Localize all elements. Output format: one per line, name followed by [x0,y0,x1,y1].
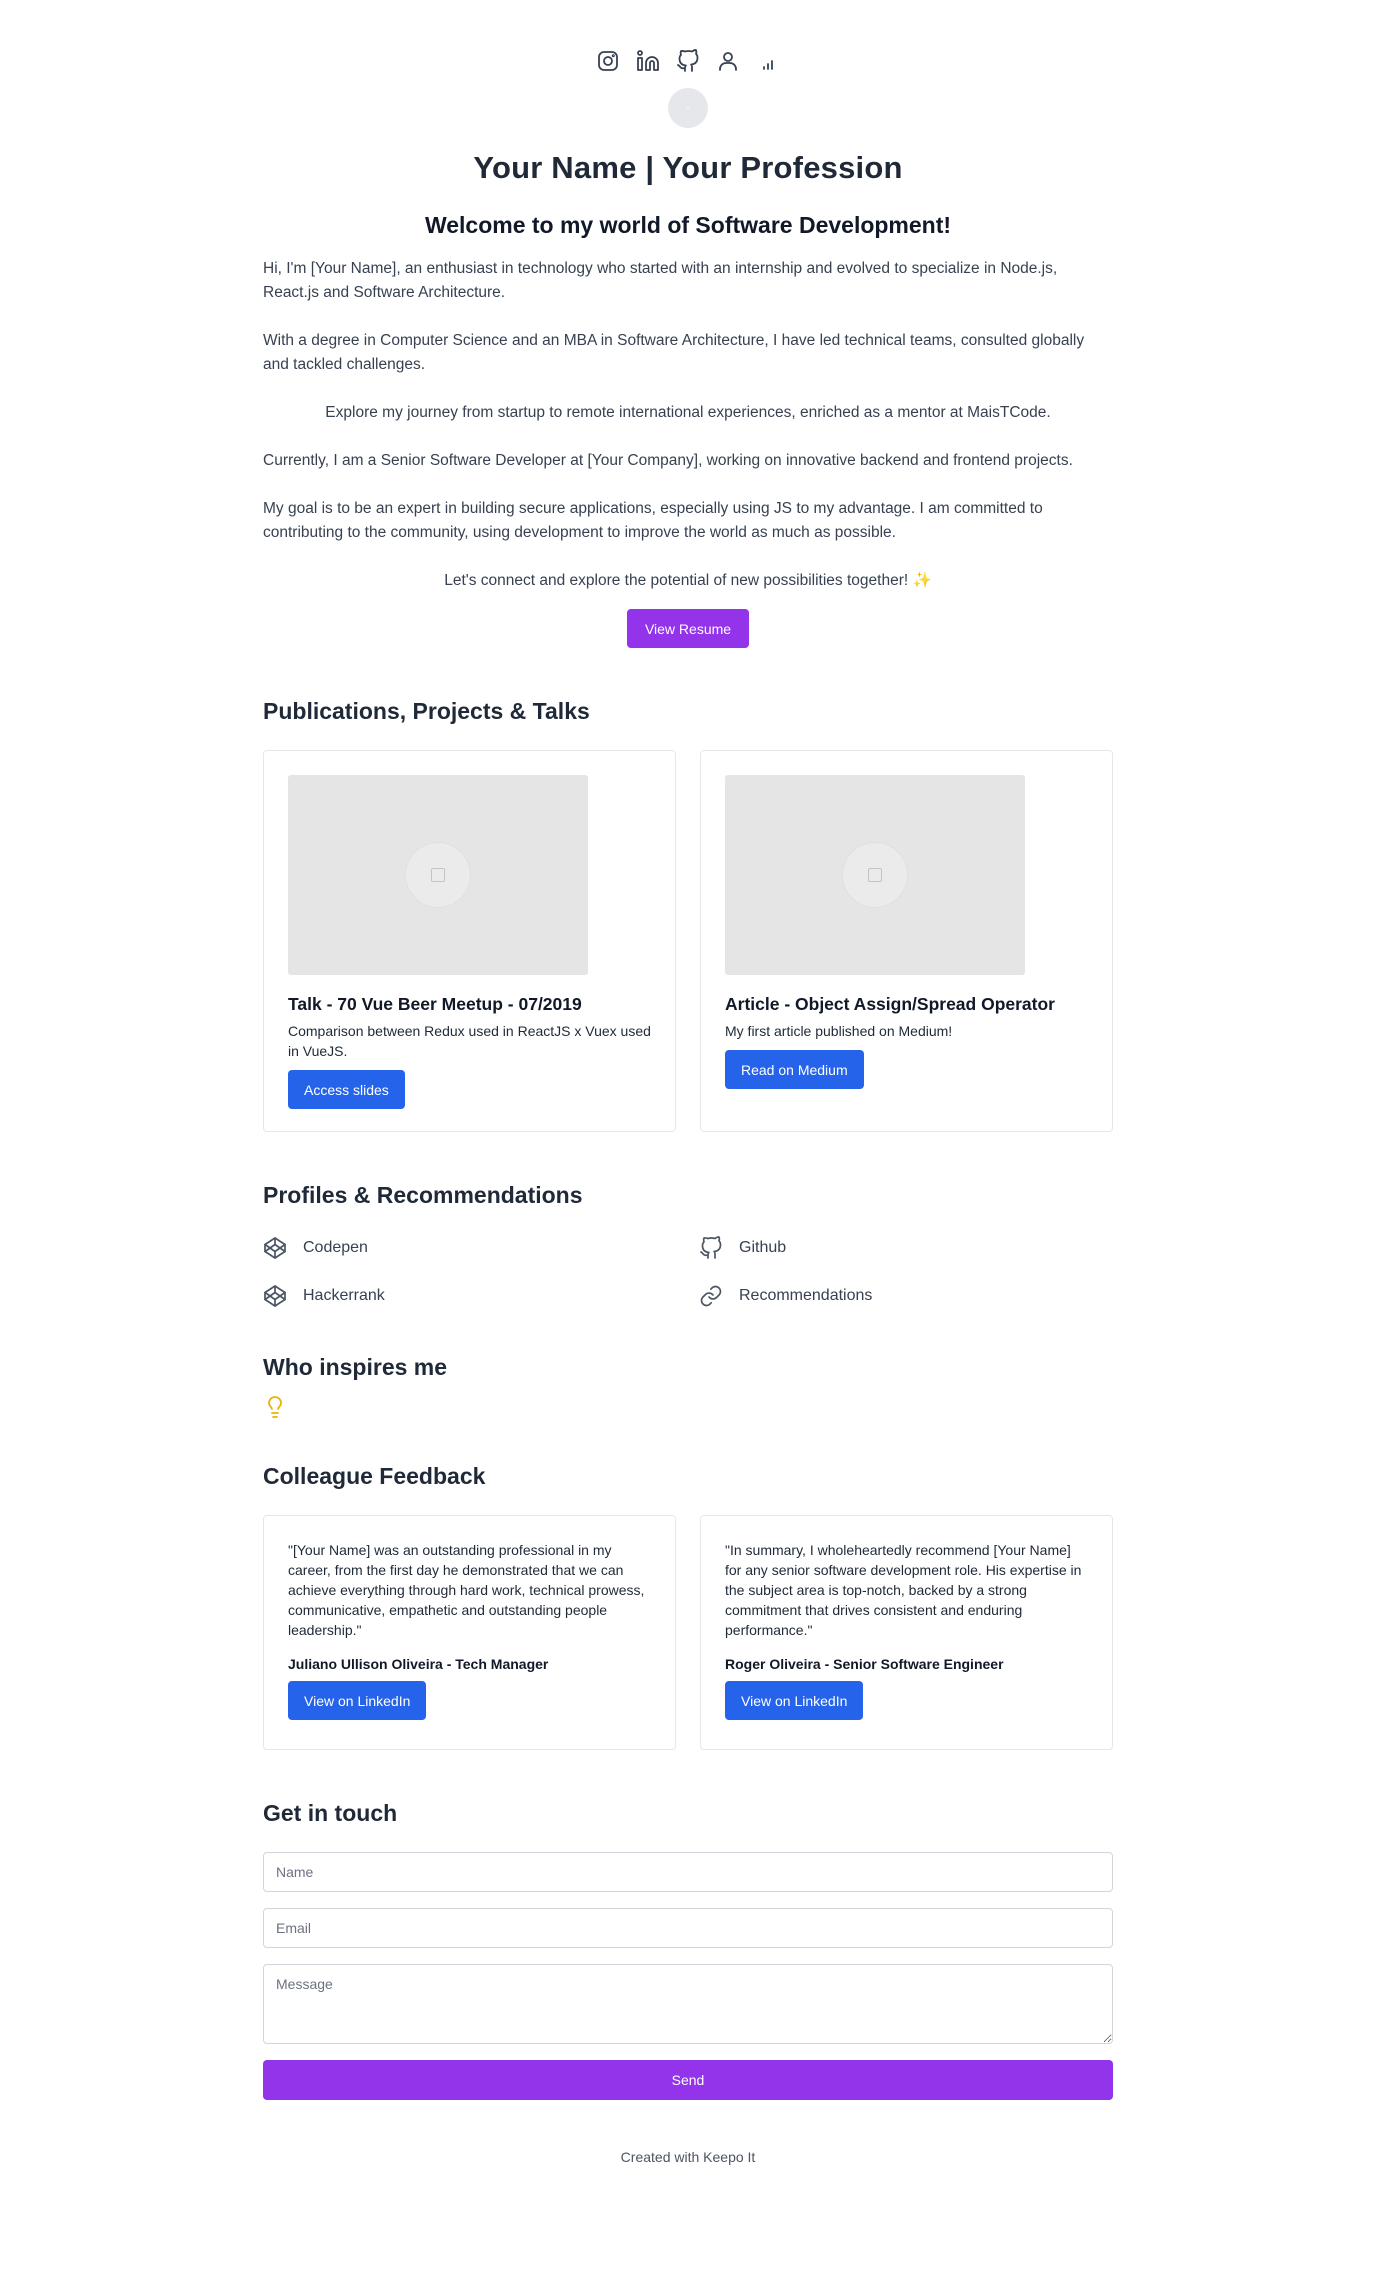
profiles-heading: Profiles & Recommendations [263,1182,583,1208]
contact-form: Send [263,1852,1113,2100]
profile-label: Codepen [303,1239,368,1256]
lightbulb-icon [263,1395,287,1419]
send-button[interactable]: Send [263,2060,1113,2100]
view-on-linkedin-button[interactable]: View on LinkedIn [288,1681,427,1720]
feedback-quote: "[Your Name] was an outstanding professi… [288,1542,645,1638]
inspire-heading: Who inspires me [263,1354,448,1380]
profile-link-github[interactable]: Github [699,1235,1113,1261]
page-title: Your Name | Your Profession [473,150,903,185]
publication-title: Article - Object Assign/Spread Operator [725,994,1055,1014]
signal-bars-icon[interactable] [756,49,780,73]
feedback-card: "In summary, I wholeheartedly recommend … [700,1515,1113,1750]
codepen-icon [264,1285,286,1307]
publication-description: My first article published on Medium! [725,1023,953,1039]
contact-heading: Get in touch [263,1800,398,1826]
bio-paragraph: Explore my journey from startup to remot… [325,404,1051,421]
name-field[interactable] [263,1852,1113,1892]
bio-paragraph: With a degree in Computer Science and an… [263,332,1085,373]
link-icon [700,1285,722,1307]
github-icon [700,1236,722,1259]
avatar: ◦ [668,88,708,128]
publication-card: Article - Object Assign/Spread Operator … [700,750,1113,1132]
profile-label: Hackerrank [303,1287,385,1304]
page: ◦ Your Name | Your Profession Welcome to… [263,0,1113,2165]
bio-paragraph: My goal is to be an expert in building s… [263,500,1043,541]
view-on-linkedin-button[interactable]: View on LinkedIn [725,1681,864,1720]
feedback-heading: Colleague Feedback [263,1463,486,1489]
access-slides-button[interactable]: Access slides [288,1070,405,1109]
feedback-list: "[Your Name] was an outstanding professi… [263,1515,1113,1750]
profile-link-hackerrank[interactable]: Hackerrank [263,1283,699,1309]
bio-paragraph: Let's connect and explore the potential … [444,572,932,589]
image-placeholder-icon [842,842,908,908]
publication-description: Comparison between Redux used in ReactJS… [288,1023,651,1059]
read-on-medium-button[interactable]: Read on Medium [725,1050,864,1089]
profile-link-recommendations[interactable]: Recommendations [699,1283,1113,1309]
instagram-icon[interactable] [596,49,620,73]
publication-title: Talk - 70 Vue Beer Meetup - 07/2019 [288,994,582,1014]
welcome-heading: Welcome to my world of Software Developm… [424,212,952,238]
footer-text: Created with Keepo It [620,2149,756,2165]
bio: Hi, I'm [Your Name], an enthusiast in te… [263,257,1113,593]
user-icon[interactable] [716,49,740,73]
feedback-author: Roger Oliveira - Senior Software Enginee… [725,1656,1004,1672]
publication-thumbnail [288,775,588,975]
codepen-icon [264,1237,286,1259]
linkedin-icon[interactable] [636,49,660,73]
publications-heading: Publications, Projects & Talks [263,698,590,724]
view-resume-button[interactable]: View Resume [627,609,749,648]
image-placeholder-icon [405,842,471,908]
feedback-quote: "In summary, I wholeheartedly recommend … [725,1542,1082,1638]
profile-label: Github [739,1239,787,1256]
bio-paragraph: Hi, I'm [Your Name], an enthusiast in te… [263,260,1058,301]
bio-paragraph: Currently, I am a Senior Software Develo… [263,452,1073,469]
github-icon[interactable] [676,49,700,73]
feedback-card: "[Your Name] was an outstanding professi… [263,1515,676,1750]
email-field[interactable] [263,1908,1113,1948]
profile-label: Recommendations [739,1287,873,1304]
feedback-author: Juliano Ullison Oliveira - Tech Manager [288,1656,549,1672]
publication-thumbnail [725,775,1025,975]
publications-list: Talk - 70 Vue Beer Meetup - 07/2019 Comp… [263,750,1113,1132]
message-field[interactable] [263,1964,1113,2044]
profile-link-codepen[interactable]: Codepen [263,1235,699,1261]
social-links [263,46,1113,76]
publication-card: Talk - 70 Vue Beer Meetup - 07/2019 Comp… [263,750,676,1132]
profiles-list: Codepen Github Hackerrank Recommendation… [263,1235,1113,1309]
